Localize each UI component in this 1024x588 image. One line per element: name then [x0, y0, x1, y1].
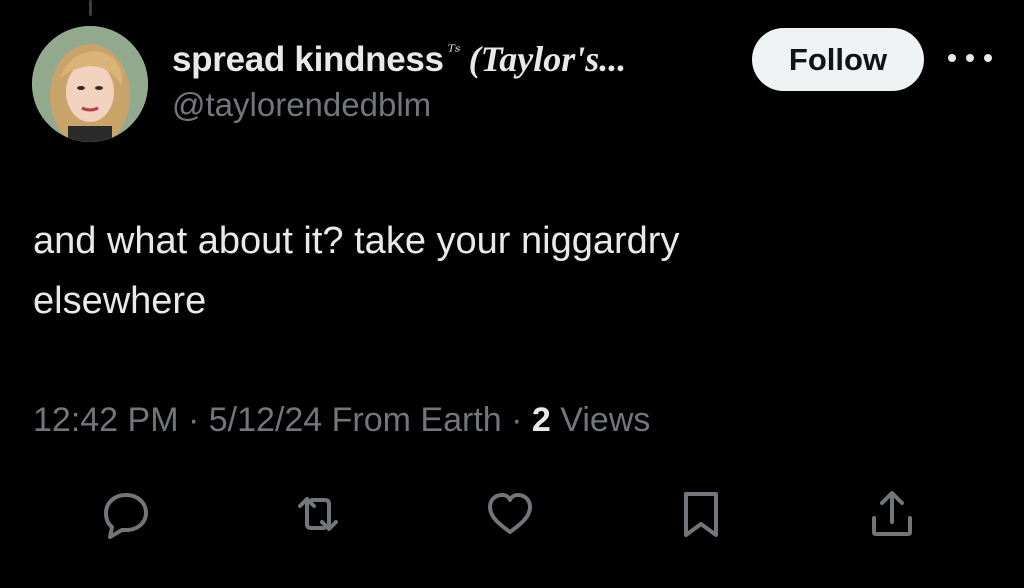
share-icon[interactable] [864, 486, 920, 542]
display-name-suffix[interactable]: (Taylor's... [469, 38, 627, 80]
meta-separator: · [187, 401, 200, 439]
avatar-image [32, 26, 148, 142]
tweet-text: and what about it? take your niggardry el… [33, 211, 993, 331]
follow-button[interactable]: Follow [752, 28, 924, 91]
meta-separator: · [511, 401, 523, 439]
tweet-text-line-2: elsewhere [33, 280, 207, 322]
views-count[interactable]: 2 [532, 401, 551, 439]
views-label[interactable]: Views [560, 401, 650, 439]
action-bar [0, 486, 1024, 542]
more-dots-icon[interactable] [948, 46, 992, 70]
retweet-icon[interactable] [290, 486, 346, 542]
tweet-date[interactable]: 5/12/24 From Earth [209, 401, 502, 439]
thread-connector-line [89, 0, 92, 16]
dot [948, 54, 956, 62]
avatar[interactable] [32, 26, 148, 142]
heart-icon[interactable] [482, 486, 538, 542]
author-name-row[interactable]: spread kindness ᵀˢ (Taylor's... [172, 38, 626, 80]
bookmark-icon[interactable] [673, 486, 729, 542]
tweet-time[interactable]: 12:42 PM [33, 401, 179, 439]
tweet-meta: 12:42 PM · 5/12/24 From Earth · 2 Views [33, 401, 650, 440]
dot [966, 54, 974, 62]
dot [984, 54, 992, 62]
tweet-text-line-1: and what about it? take your niggardry [33, 220, 680, 262]
name-badge: ᵀˢ [447, 42, 461, 62]
reply-bubble-icon[interactable] [98, 486, 154, 542]
user-handle[interactable]: @taylorendedblm [172, 86, 431, 124]
display-name[interactable]: spread kindness [172, 40, 444, 80]
